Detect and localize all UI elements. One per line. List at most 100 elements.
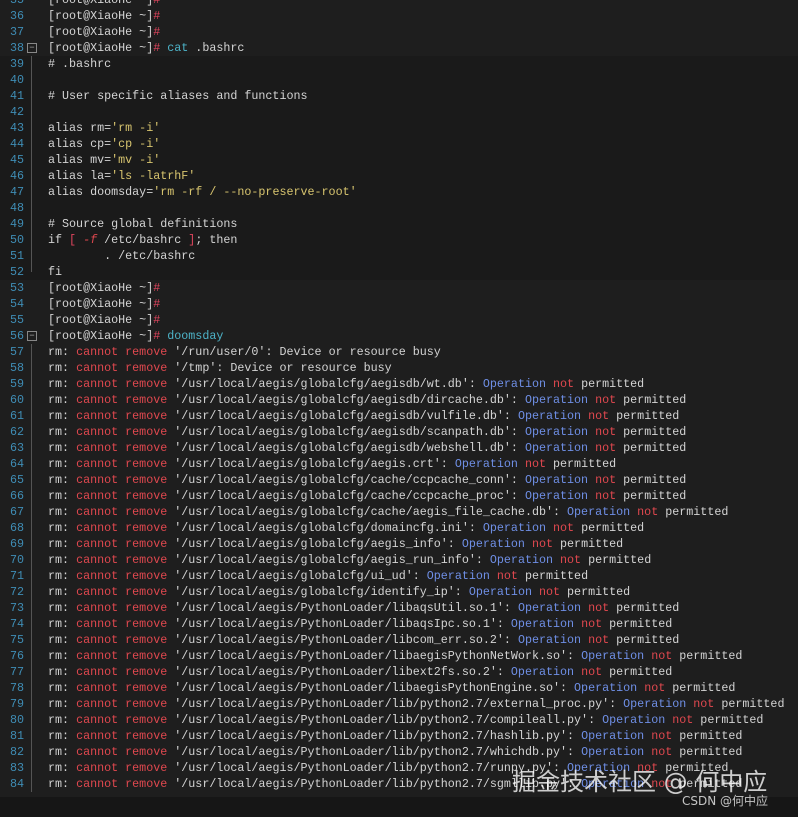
fold-guide — [31, 520, 32, 536]
line-number: 72 — [9, 585, 24, 599]
fold-guide — [31, 456, 32, 472]
fold-collapse-icon[interactable]: − — [27, 43, 37, 53]
terminal-line: 69 rm: cannot remove '/usr/local/aegis/gl… — [0, 536, 798, 552]
terminal-line: 53 [root@XiaoHe ~]# — [0, 280, 798, 296]
terminal-line: 38− [root@XiaoHe ~]# cat .bashrc — [0, 40, 798, 56]
terminal-line: 82 rm: cannot remove '/usr/local/aegis/Py… — [0, 744, 798, 760]
line-number: 40 — [9, 73, 24, 87]
terminal-line: 77 rm: cannot remove '/usr/local/aegis/Py… — [0, 664, 798, 680]
terminal-line: 47 alias doomsday='rm -rf / --no-preserve… — [0, 184, 798, 200]
terminal-line: 57 rm: cannot remove '/run/user/0': Devic… — [0, 344, 798, 360]
line-text: rm: cannot remove '/usr/local/aegis/glob… — [48, 505, 729, 519]
fold-guide — [31, 632, 32, 648]
line-text: rm: cannot remove '/usr/local/aegis/glob… — [48, 409, 680, 423]
line-text: rm: cannot remove '/usr/local/aegis/Pyth… — [48, 745, 743, 759]
terminal-line: 39 # .bashrc — [0, 56, 798, 72]
line-text: [root@XiaoHe ~]# — [48, 313, 161, 327]
terminal-line: 51 . /etc/bashrc — [0, 248, 798, 264]
fold-guide — [31, 568, 32, 584]
fold-guide — [31, 648, 32, 664]
line-number: 63 — [9, 441, 24, 455]
line-text: rm: cannot remove '/usr/local/aegis/glob… — [48, 521, 645, 535]
line-number: 83 — [9, 761, 24, 775]
line-text: [root@XiaoHe ~]# cat .bashrc — [48, 41, 245, 55]
line-text: rm: cannot remove '/usr/local/aegis/Pyth… — [48, 649, 743, 663]
line-text: . /etc/bashrc — [48, 249, 196, 263]
line-number: 36 — [9, 9, 24, 23]
line-number: 45 — [9, 153, 24, 167]
line-text: rm: cannot remove '/usr/local/aegis/glob… — [48, 473, 687, 487]
line-text: [root@XiaoHe ~]# — [48, 0, 161, 7]
line-text: [root@XiaoHe ~]# — [48, 9, 161, 23]
line-number: 48 — [9, 201, 24, 215]
terminal-line: 65 rm: cannot remove '/usr/local/aegis/gl… — [0, 472, 798, 488]
fold-guide — [31, 216, 32, 232]
line-number: 78 — [9, 681, 24, 695]
fold-guide — [31, 584, 32, 600]
fold-guide — [31, 248, 32, 264]
terminal-line: 63 rm: cannot remove '/usr/local/aegis/gl… — [0, 440, 798, 456]
fold-guide — [31, 744, 32, 760]
fold-guide — [31, 344, 32, 360]
line-number: 74 — [9, 617, 24, 631]
fold-guide — [31, 712, 32, 728]
line-text: alias rm='rm -i' — [48, 121, 161, 135]
line-text: rm: cannot remove '/usr/local/aegis/Pyth… — [48, 681, 736, 695]
fold-guide — [31, 536, 32, 552]
fold-guide — [31, 88, 32, 104]
terminal-line: 43 alias rm='rm -i' — [0, 120, 798, 136]
terminal-line: 62 rm: cannot remove '/usr/local/aegis/gl… — [0, 424, 798, 440]
line-text: rm: cannot remove '/usr/local/aegis/Pyth… — [48, 713, 764, 727]
line-number: 60 — [9, 393, 24, 407]
terminal-line: 56− [root@XiaoHe ~]# doomsday — [0, 328, 798, 344]
line-text: rm: cannot remove '/usr/local/aegis/glob… — [48, 537, 624, 551]
line-number: 62 — [9, 425, 24, 439]
line-number: 76 — [9, 649, 24, 663]
line-number: 39 — [9, 57, 24, 71]
fold-guide — [31, 696, 32, 712]
terminal-line: 68 rm: cannot remove '/usr/local/aegis/gl… — [0, 520, 798, 536]
fold-guide — [31, 408, 32, 424]
line-number: 82 — [9, 745, 24, 759]
fold-guide — [31, 680, 32, 696]
terminal-line: 36 [root@XiaoHe ~]# — [0, 8, 798, 24]
line-text: rm: cannot remove '/usr/local/aegis/glob… — [48, 425, 687, 439]
line-number: 41 — [9, 89, 24, 103]
line-text: rm: cannot remove '/usr/local/aegis/Pyth… — [48, 633, 680, 647]
line-text: [root@XiaoHe ~]# — [48, 297, 161, 311]
line-number: 43 — [9, 121, 24, 135]
line-text: rm: cannot remove '/usr/local/aegis/glob… — [48, 489, 687, 503]
terminal-line: 71 rm: cannot remove '/usr/local/aegis/gl… — [0, 568, 798, 584]
fold-collapse-icon[interactable]: − — [27, 331, 37, 341]
line-text: rm: cannot remove '/usr/local/aegis/glob… — [48, 569, 589, 583]
line-number: 67 — [9, 505, 24, 519]
line-number: 53 — [9, 281, 24, 295]
terminal-line: 78 rm: cannot remove '/usr/local/aegis/Py… — [0, 680, 798, 696]
line-number: 35 — [9, 0, 24, 7]
line-text: rm: cannot remove '/usr/local/aegis/glob… — [48, 377, 645, 391]
line-number: 80 — [9, 713, 24, 727]
line-text: alias mv='mv -i' — [48, 153, 161, 167]
terminal-line: 74 rm: cannot remove '/usr/local/aegis/Py… — [0, 616, 798, 632]
terminal-line: 67 rm: cannot remove '/usr/local/aegis/gl… — [0, 504, 798, 520]
terminal-line: 40 — [0, 72, 798, 88]
line-text: rm: cannot remove '/usr/local/aegis/Pyth… — [48, 729, 743, 743]
terminal-line: 44 alias cp='cp -i' — [0, 136, 798, 152]
terminal-line: 81 rm: cannot remove '/usr/local/aegis/Py… — [0, 728, 798, 744]
line-number: 54 — [9, 297, 24, 311]
fold-guide — [31, 552, 32, 568]
fold-guide — [31, 472, 32, 488]
fold-guide — [31, 776, 32, 792]
terminal-line: 52 fi — [0, 264, 798, 280]
fold-guide — [31, 120, 32, 136]
terminal-line: 80 rm: cannot remove '/usr/local/aegis/Py… — [0, 712, 798, 728]
terminal-line: 50 if [ -f /etc/bashrc ]; then — [0, 232, 798, 248]
fold-guide — [31, 760, 32, 776]
line-number: 70 — [9, 553, 24, 567]
line-text: rm: cannot remove '/usr/local/aegis/glob… — [48, 585, 631, 599]
terminal-output[interactable]: 35 [root@XiaoHe ~]# 36 [root@XiaoHe ~]# 37 [r… — [0, 0, 798, 792]
line-number: 37 — [9, 25, 24, 39]
line-number: 61 — [9, 409, 24, 423]
line-text: rm: cannot remove '/usr/local/aegis/glob… — [48, 441, 687, 455]
terminal-line: 70 rm: cannot remove '/usr/local/aegis/gl… — [0, 552, 798, 568]
